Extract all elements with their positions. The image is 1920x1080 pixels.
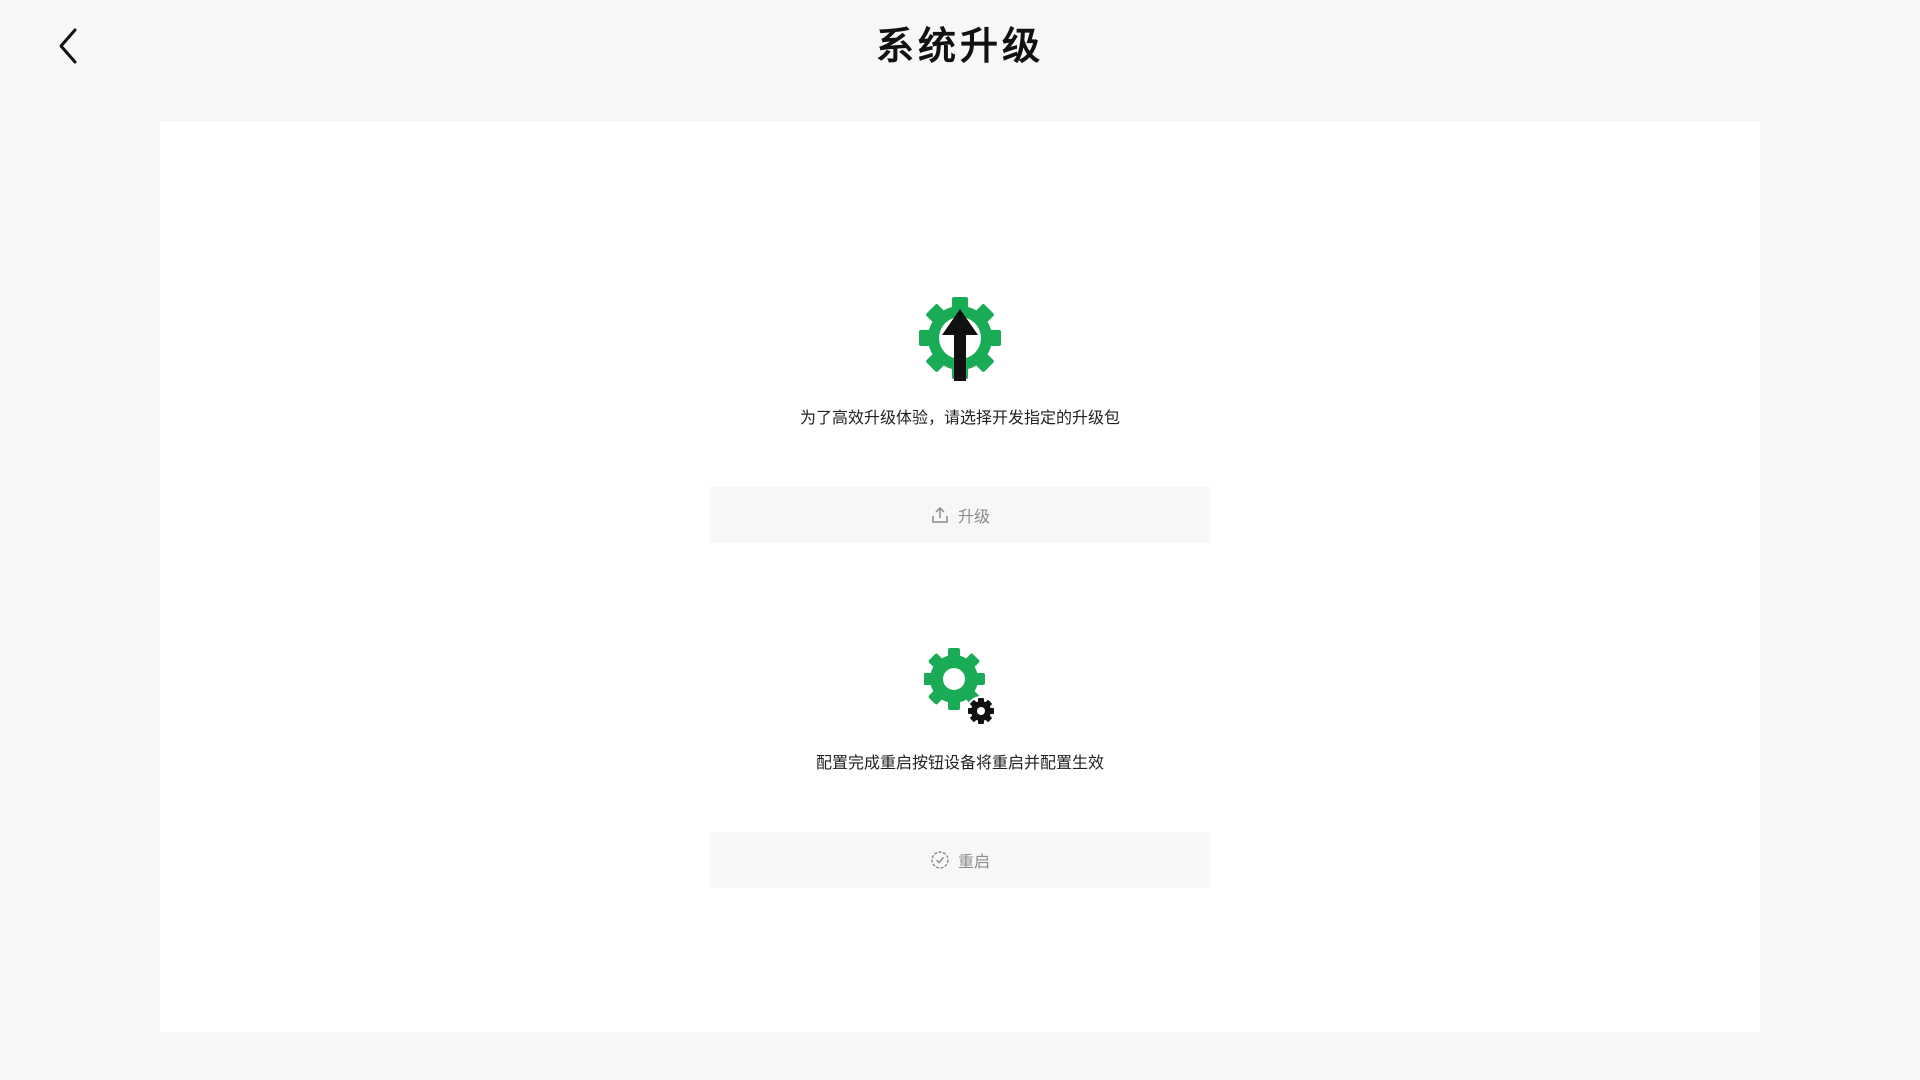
upload-icon — [930, 505, 950, 525]
upgrade-section: 为了高效升级体验，请选择开发指定的升级包 升级 — [160, 297, 1760, 543]
restart-button[interactable]: 重启 — [710, 832, 1210, 888]
system-upgrade-page: 系统升级 为了高效升级体验，请选择开发指定的升级包 升级 配置完成重启按钮设备将… — [0, 0, 1920, 1080]
gears-icon — [915, 642, 1005, 732]
restart-section: 配置完成重启按钮设备将重启并配置生效 重启 — [160, 642, 1760, 888]
upgrade-description: 为了高效升级体验，请选择开发指定的升级包 — [799, 408, 1120, 427]
gear-upload-icon — [915, 297, 1005, 387]
check-badge-icon — [930, 850, 950, 870]
upgrade-button-label: 升级 — [957, 507, 990, 526]
content-card: 为了高效升级体验，请选择开发指定的升级包 升级 配置完成重启按钮设备将重启并配置… — [160, 122, 1760, 1032]
restart-description: 配置完成重启按钮设备将重启并配置生效 — [815, 753, 1104, 772]
upgrade-button[interactable]: 升级 — [710, 487, 1210, 543]
restart-button-label: 重启 — [957, 852, 990, 871]
page-title: 系统升级 — [875, 24, 1044, 68]
